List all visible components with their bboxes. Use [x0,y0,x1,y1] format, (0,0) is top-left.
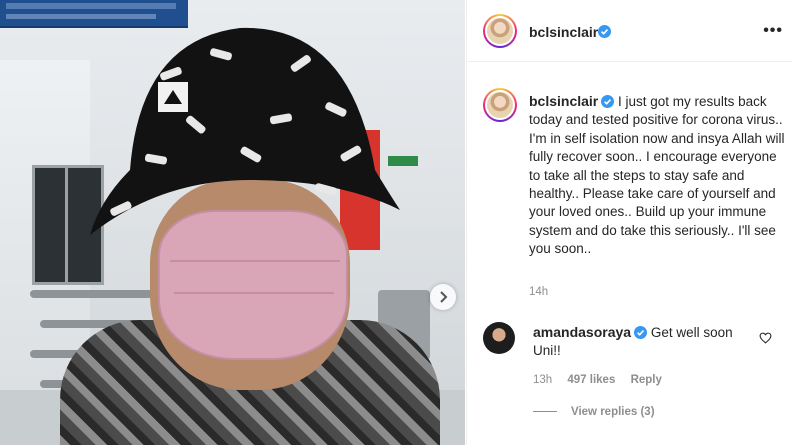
post-photo[interactable] [0,0,465,445]
replies-divider [533,411,557,413]
caption-text: I just got my results back today and tes… [529,94,785,257]
author-avatar[interactable] [483,14,517,48]
commenter-avatar[interactable] [483,322,515,354]
verified-badge-icon [598,25,611,38]
post-header: bclsinclair ••• [467,0,792,62]
verified-badge-icon [634,326,648,339]
comment-likes[interactable]: 497 likes [567,374,615,386]
comment-timestamp[interactable]: 13h [533,374,552,386]
heart-icon[interactable] [759,332,772,344]
comment-meta: 13h 497 likes Reply [533,374,662,386]
caption-username[interactable]: bclsinclair [529,93,598,109]
view-replies-button[interactable]: View replies (3) [533,406,655,418]
caption-author-avatar[interactable] [483,88,517,122]
chevron-right-icon [440,291,448,303]
post-sidebar: bclsinclair ••• bclsinclair I just got m… [466,0,792,445]
author-username[interactable]: bclsinclair [529,24,598,40]
more-options-icon[interactable]: ••• [763,22,783,40]
comment-text-block: amandasoraya Get well soon Uni!! [533,323,753,361]
view-replies-label: View replies (3) [571,406,655,418]
photo-bucket-hat [90,27,400,235]
verified-badge-icon [601,95,615,108]
commenter-username[interactable]: amandasoraya [533,324,631,340]
caption-text-block: bclsinclair I just got my results back t… [529,92,791,259]
next-photo-button[interactable] [430,284,456,310]
caption-timestamp[interactable]: 14h [529,286,548,298]
reply-button[interactable]: Reply [631,374,662,386]
photo-person [60,20,440,445]
